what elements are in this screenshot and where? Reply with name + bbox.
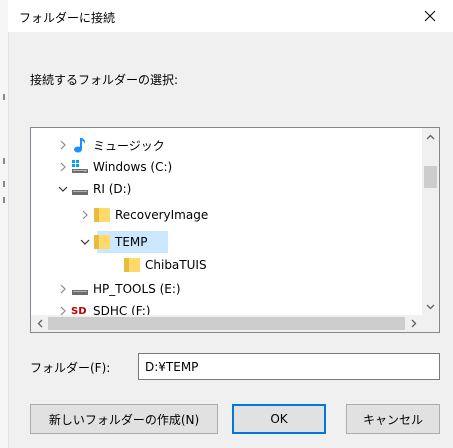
background-window-edge [0, 0, 9, 448]
instruction-text: 接続するフォルダーの選択: [30, 73, 179, 87]
scroll-up-button[interactable] [422, 128, 439, 145]
chevron-right-icon[interactable] [77, 207, 93, 223]
folder-icon [93, 233, 111, 251]
tree-item-label: ミュージック [93, 138, 165, 153]
vertical-scroll-thumb[interactable] [424, 166, 437, 188]
new-folder-button[interactable]: 新しいフォルダーの作成(N) [30, 404, 218, 434]
drive-icon [71, 180, 89, 198]
tree-item-temp[interactable]: TEMP [77, 231, 148, 253]
title-bar: フォルダーに接続 [8, 0, 453, 32]
scroll-left-button[interactable] [31, 315, 48, 332]
vertical-scrollbar[interactable] [422, 128, 439, 315]
chevron-down-icon[interactable] [55, 181, 71, 197]
folder-tree[interactable]: ミュージック Windows (C:) RI (D:) RecoveryImag… [30, 127, 440, 333]
chevron-right-icon[interactable] [55, 281, 71, 297]
folder-icon [123, 256, 141, 274]
scroll-down-button[interactable] [422, 298, 439, 315]
folder-field-label: フォルダー(F): [30, 361, 111, 375]
dialog-title: フォルダーに接続 [19, 11, 116, 25]
horizontal-scroll-thumb[interactable] [48, 317, 405, 330]
cancel-button[interactable]: キャンセル [346, 404, 440, 434]
folder-connect-dialog: フォルダーに接続 接続するフォルダーの選択: ミュージック Windows (C… [0, 0, 453, 448]
music-note-icon [71, 136, 89, 154]
windows-drive-icon [71, 158, 89, 176]
tree-item-label: Windows (C:) [93, 160, 173, 174]
tree-item-hp-tools-drive[interactable]: HP_TOOLS (E:) [55, 278, 181, 300]
edge-mark [3, 181, 5, 187]
chevron-right-icon[interactable] [55, 137, 71, 153]
tree-item-chibatuis[interactable]: ChibaTUIS [123, 254, 207, 276]
chevron-down-icon[interactable] [77, 234, 93, 250]
close-button[interactable] [407, 0, 453, 32]
tree-item-label: RecoveryImage [115, 208, 209, 222]
tree-item-label: TEMP [115, 235, 148, 249]
folder-path-input[interactable] [138, 353, 440, 380]
ok-button[interactable]: OK [232, 404, 326, 434]
edge-mark [3, 197, 5, 203]
horizontal-scrollbar[interactable] [31, 315, 422, 332]
drive-icon [71, 280, 89, 298]
tree-item-label: ChibaTUIS [145, 258, 207, 272]
scrollbar-corner [422, 315, 439, 332]
tree-item-label: RI (D:) [93, 182, 132, 196]
tree-item-windows-drive[interactable]: Windows (C:) [55, 156, 172, 178]
folder-icon [93, 206, 111, 224]
tree-item-recoveryimage[interactable]: RecoveryImage [77, 204, 208, 226]
chevron-right-icon[interactable] [55, 159, 71, 175]
scroll-right-button[interactable] [405, 315, 422, 332]
close-icon [424, 10, 436, 22]
edge-mark [3, 158, 5, 164]
tree-item-label: HP_TOOLS (E:) [93, 282, 181, 296]
tree-item-music[interactable]: ミュージック [55, 134, 165, 156]
edge-mark [3, 94, 5, 100]
tree-item-ri-drive[interactable]: RI (D:) [55, 178, 131, 200]
